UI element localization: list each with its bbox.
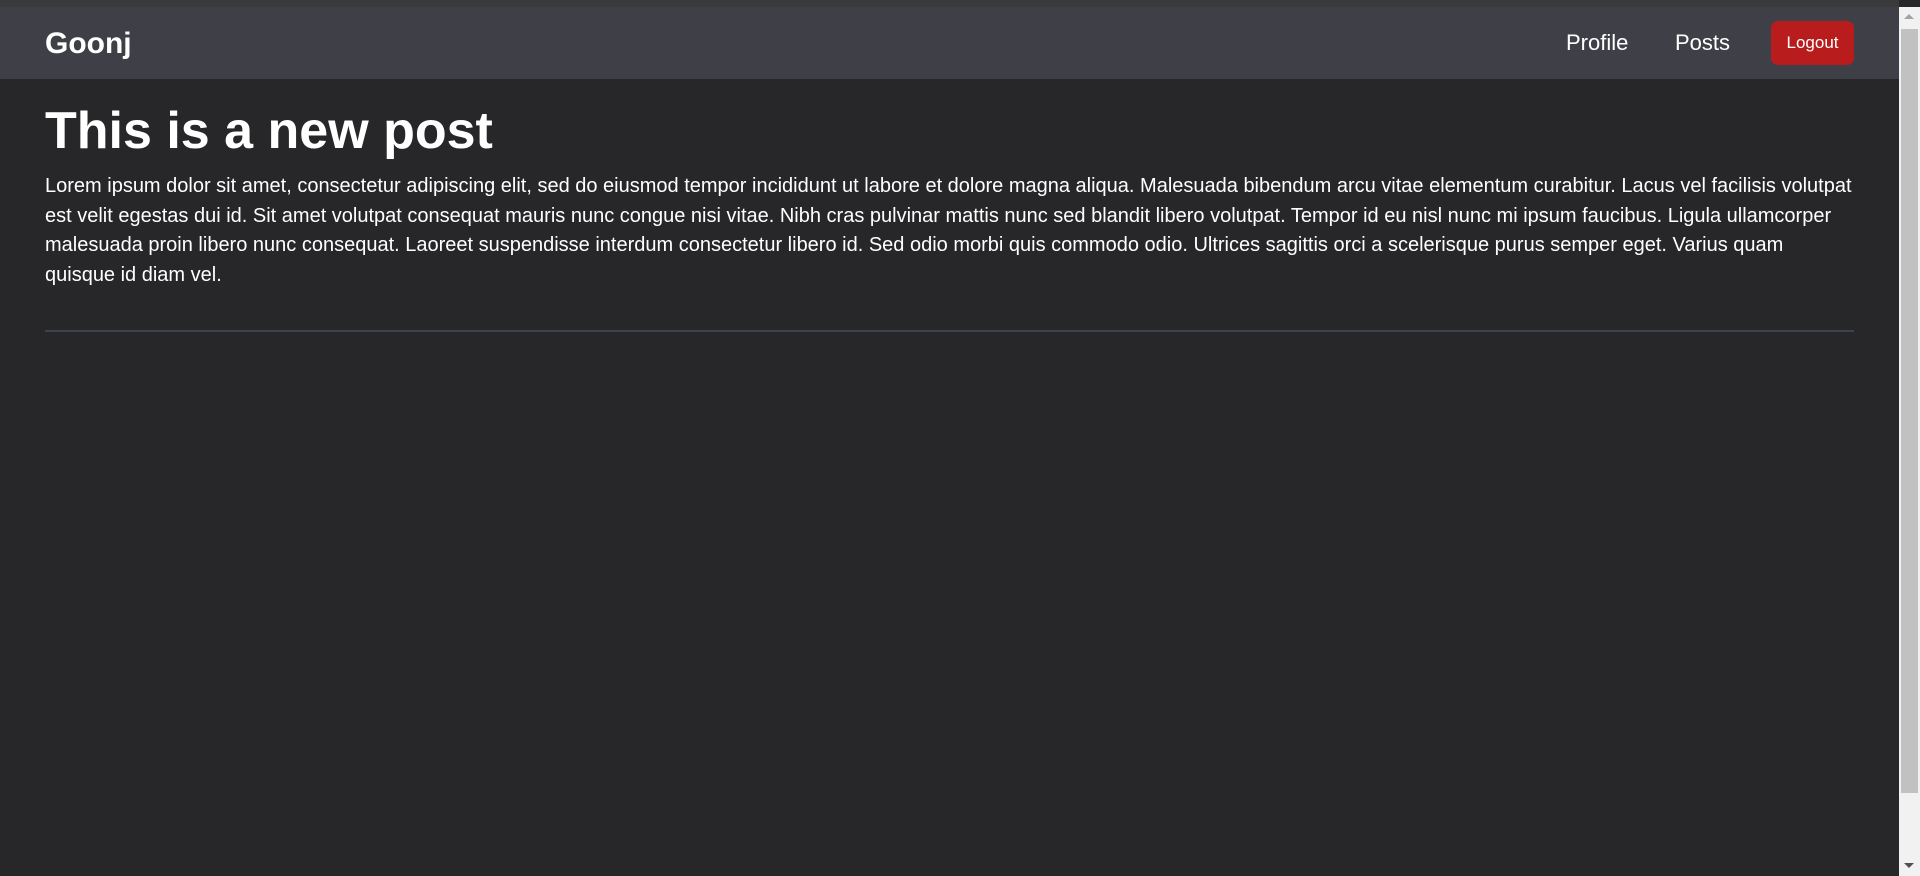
scroll-down-arrow-icon[interactable] — [1904, 863, 1914, 868]
nav-link-posts[interactable]: Posts — [1675, 30, 1730, 56]
logout-button[interactable]: Logout — [1771, 21, 1854, 65]
post-body: Lorem ipsum dolor sit amet, consectetur … — [45, 175, 1852, 286]
scrollbar-thumb[interactable] — [1901, 29, 1918, 793]
window-top-strip — [0, 0, 1899, 7]
navbar: Goonj Profile Posts Logout — [0, 7, 1899, 79]
nav-link-profile[interactable]: Profile — [1566, 30, 1628, 56]
divider — [45, 330, 1854, 332]
post-content: This is a new post Lorem ipsum dolor sit… — [45, 96, 1854, 290]
brand-logo-link[interactable]: Goonj — [45, 27, 132, 61]
post-title: This is a new post — [45, 102, 493, 160]
scroll-up-arrow-icon[interactable] — [1904, 14, 1914, 19]
vertical-scrollbar[interactable] — [1899, 7, 1920, 876]
